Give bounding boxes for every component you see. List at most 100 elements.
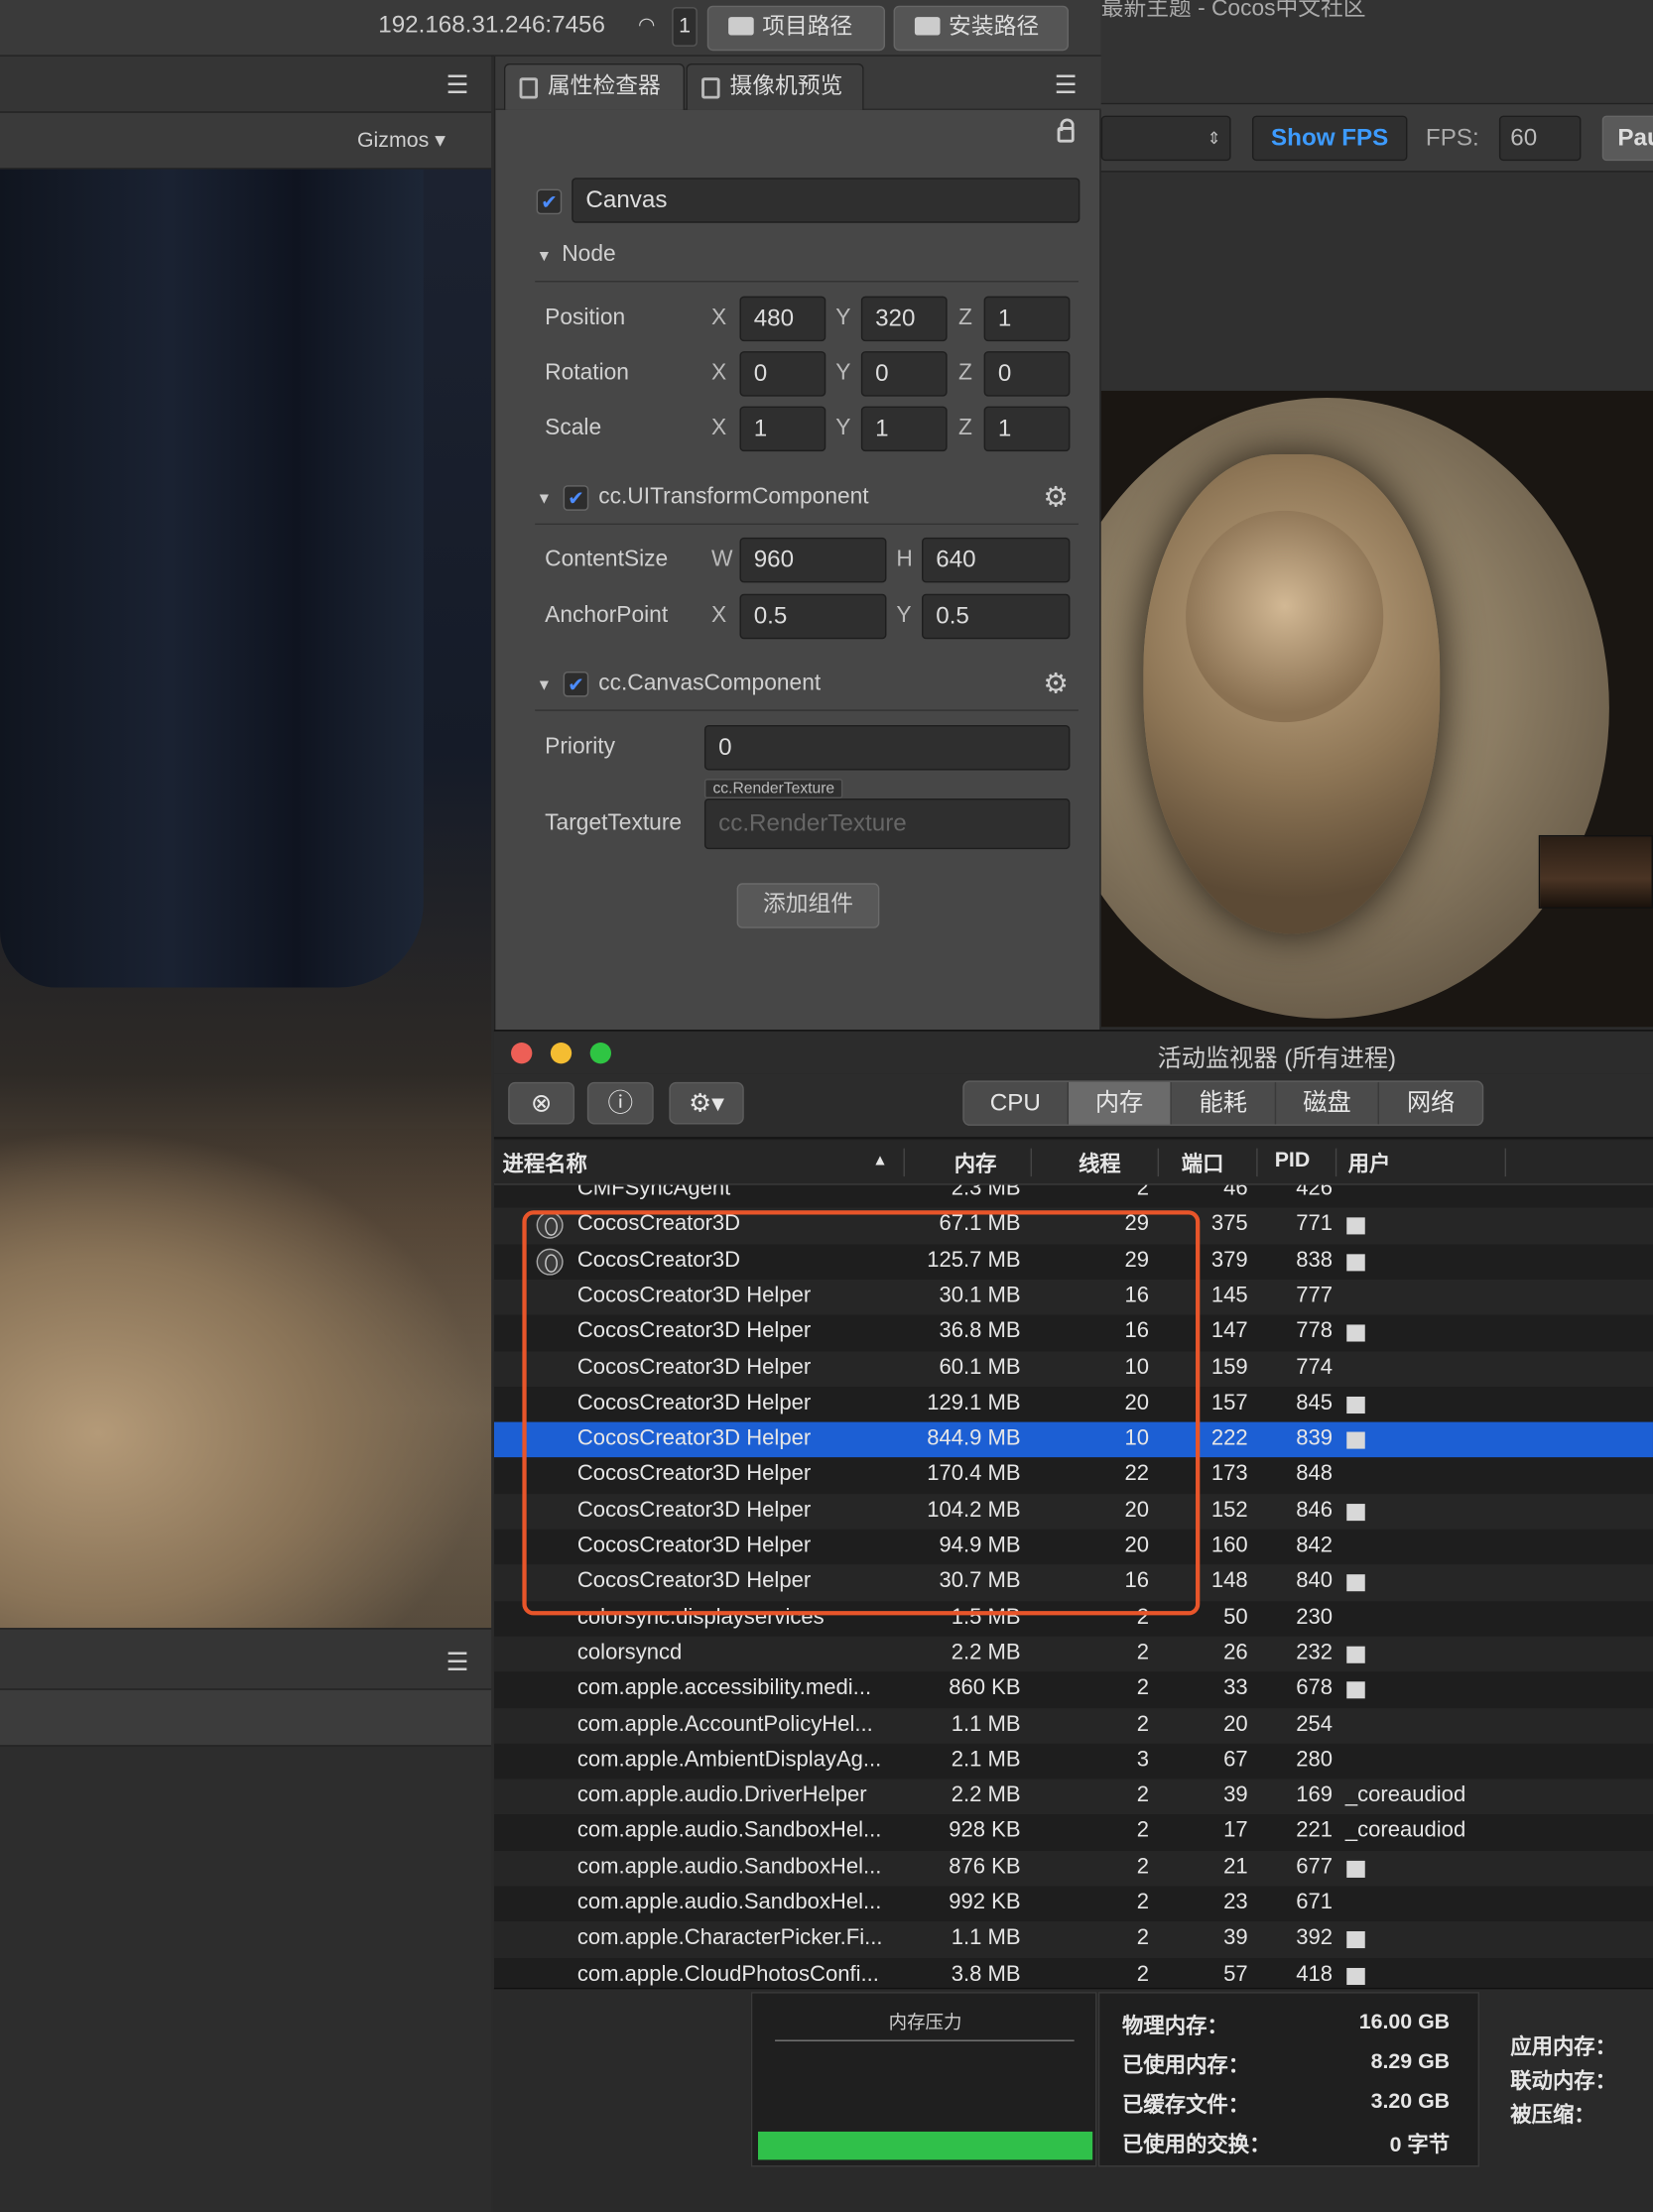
- table-row[interactable]: com.apple.audio.SandboxHel... 876 KB 2 21 67…: [493, 1850, 1653, 1887]
- lock-icon[interactable]: [1057, 118, 1075, 143]
- scene-viewport[interactable]: [0, 169, 492, 1629]
- node-active-checkbox[interactable]: ✔: [536, 188, 563, 215]
- fps-input[interactable]: 60: [1498, 115, 1582, 162]
- collapse-triangle-icon[interactable]: ▼: [537, 677, 552, 694]
- target-texture-label: TargetTexture: [545, 810, 683, 835]
- process-pid: 774: [1296, 1355, 1334, 1380]
- user-redaction: [1346, 1253, 1365, 1271]
- process-pid: 778: [1296, 1319, 1334, 1344]
- show-fps-button[interactable]: Show FPS: [1251, 115, 1408, 162]
- menu-icon[interactable]: ☰: [446, 70, 469, 100]
- process-pid: 848: [1296, 1461, 1334, 1487]
- content-width-input[interactable]: 960: [739, 537, 887, 583]
- add-component-button[interactable]: 添加组件: [736, 883, 880, 928]
- target-texture-field[interactable]: cc.RenderTexture: [703, 798, 1071, 850]
- collapse-triangle-icon[interactable]: ▼: [537, 491, 552, 508]
- user-redaction: [1346, 1967, 1365, 1985]
- browser-tab-title[interactable]: 最新主题 - Cocos中文社区: [1101, 0, 1366, 23]
- gear-icon[interactable]: ⚙▾: [669, 1081, 744, 1125]
- gear-icon[interactable]: ⚙: [1043, 480, 1069, 516]
- scale-y-input[interactable]: 1: [860, 406, 948, 452]
- menu-icon[interactable]: ☰: [446, 1648, 469, 1677]
- table-row[interactable]: com.apple.audio.DriverHelper 2.2 MB 2 39 169…: [493, 1779, 1653, 1815]
- rotation-y-input[interactable]: 0: [860, 351, 948, 397]
- process-ports: 222: [1210, 1425, 1248, 1451]
- column-threads[interactable]: 线程: [1079, 1149, 1121, 1178]
- position-z-input[interactable]: 1: [983, 296, 1071, 342]
- process-ports: 50: [1223, 1604, 1248, 1630]
- tab-network[interactable]: 网络: [1380, 1082, 1482, 1125]
- file-icon: [701, 77, 720, 99]
- node-name-input[interactable]: Canvas: [572, 178, 1081, 223]
- gear-icon[interactable]: ⚙: [1043, 666, 1069, 701]
- scale-x-input[interactable]: 1: [739, 406, 826, 452]
- folder-icon: [914, 17, 941, 36]
- table-row[interactable]: com.apple.audio.SandboxHel... 928 KB 2 17 22…: [494, 1815, 1653, 1851]
- stat-value: 3.20 GB: [1370, 2089, 1451, 2114]
- table-row[interactable]: colorsyncd 2.2 MB 2 26 232: [493, 1636, 1653, 1672]
- table-row[interactable]: com.apple.accessibility.medi... 860 KB 2 33…: [494, 1672, 1653, 1708]
- tab-camera-preview[interactable]: 摄像机预览: [686, 62, 864, 110]
- table-row[interactable]: CMFSyncAgent 2.3 MB 2 46 426: [494, 1185, 1653, 1208]
- tab-energy[interactable]: 能耗: [1172, 1081, 1276, 1125]
- scale-label: Scale: [545, 416, 602, 440]
- process-pid: 677: [1296, 1854, 1334, 1879]
- tab-inspector[interactable]: 属性检查器: [503, 62, 686, 110]
- install-path-button[interactable]: 安装路径: [893, 5, 1069, 52]
- menu-icon[interactable]: ☰: [1055, 70, 1078, 100]
- process-pid: 230: [1296, 1604, 1334, 1630]
- tab-cpu[interactable]: CPU: [964, 1081, 1069, 1125]
- table-row[interactable]: com.apple.CharacterPicker.Fi... 1.1 MB 2 39…: [493, 1921, 1653, 1958]
- process-threads: 2: [1136, 1925, 1150, 1950]
- table-row[interactable]: com.apple.audio.SandboxHel... 992 KB 2 23 67…: [494, 1886, 1653, 1921]
- position-y-input[interactable]: 320: [860, 296, 948, 342]
- column-process-name[interactable]: 进程名称: [502, 1149, 586, 1178]
- connection-count-badge: 1: [672, 7, 698, 47]
- game-preview[interactable]: [1100, 172, 1653, 1028]
- divider: [535, 281, 1079, 283]
- zoom-window-button[interactable]: [589, 1043, 612, 1064]
- close-window-button[interactable]: [511, 1043, 533, 1064]
- sort-asc-icon[interactable]: ▲: [872, 1153, 887, 1169]
- process-threads: 2: [1136, 1854, 1150, 1879]
- fps-label: FPS:: [1425, 124, 1479, 152]
- process-name: colorsyncd: [576, 1640, 683, 1665]
- canvas-component-enabled-checkbox[interactable]: ✔: [563, 671, 589, 697]
- device-select[interactable]: ⇕: [1100, 115, 1231, 162]
- content-height-input[interactable]: 640: [922, 537, 1071, 583]
- scale-z-input[interactable]: 1: [983, 406, 1071, 452]
- position-x-input[interactable]: 480: [739, 296, 826, 342]
- process-name: com.apple.audio.DriverHelper: [576, 1782, 867, 1807]
- rotation-z-input[interactable]: 0: [983, 351, 1071, 397]
- uitransform-enabled-checkbox[interactable]: ✔: [563, 485, 589, 511]
- project-path-button[interactable]: 项目路径: [706, 5, 886, 52]
- axis-h-label: H: [896, 547, 913, 571]
- process-name: com.apple.CharacterPicker.Fi...: [576, 1925, 883, 1950]
- anchor-y-input[interactable]: 0.5: [922, 593, 1071, 640]
- column-pid[interactable]: PID: [1275, 1149, 1311, 1172]
- column-user[interactable]: 用户: [1348, 1149, 1391, 1178]
- pause-button[interactable]: Pau: [1601, 115, 1653, 162]
- table-row[interactable]: com.apple.AccountPolicyHel... 1.1 MB 2 20 25…: [493, 1707, 1653, 1744]
- process-ports: 57: [1223, 1961, 1248, 1986]
- column-memory[interactable]: 内存: [954, 1149, 997, 1178]
- table-row[interactable]: com.apple.CloudPhotosConfi... 3.8 MB 2 57 41…: [494, 1957, 1653, 1986]
- minimize-window-button[interactable]: [550, 1043, 572, 1064]
- process-name: com.apple.audio.SandboxHel...: [576, 1818, 882, 1843]
- rotation-x-input[interactable]: 0: [739, 351, 826, 397]
- column-ports[interactable]: 端口: [1182, 1149, 1224, 1178]
- process-ports: 379: [1210, 1248, 1248, 1273]
- info-icon[interactable]: ⓘ: [586, 1081, 654, 1125]
- table-row[interactable]: com.apple.AmbientDisplayAg... 2.1 MB 3 67 28…: [494, 1744, 1653, 1780]
- tab-memory[interactable]: 内存: [1068, 1081, 1173, 1125]
- process-pid: 426: [1296, 1184, 1334, 1201]
- tab-disk[interactable]: 磁盘: [1276, 1081, 1380, 1125]
- process-ports: 152: [1210, 1497, 1248, 1523]
- anchor-x-input[interactable]: 0.5: [739, 593, 887, 640]
- collapse-triangle-icon[interactable]: ▼: [537, 248, 552, 265]
- user-redaction: [1346, 1396, 1365, 1413]
- process-user: _coreaudiod: [1344, 1818, 1466, 1843]
- priority-input[interactable]: 0: [703, 725, 1071, 771]
- gizmos-dropdown[interactable]: Gizmos ▾: [357, 127, 445, 152]
- stop-process-icon[interactable]: ⊗: [508, 1081, 575, 1125]
